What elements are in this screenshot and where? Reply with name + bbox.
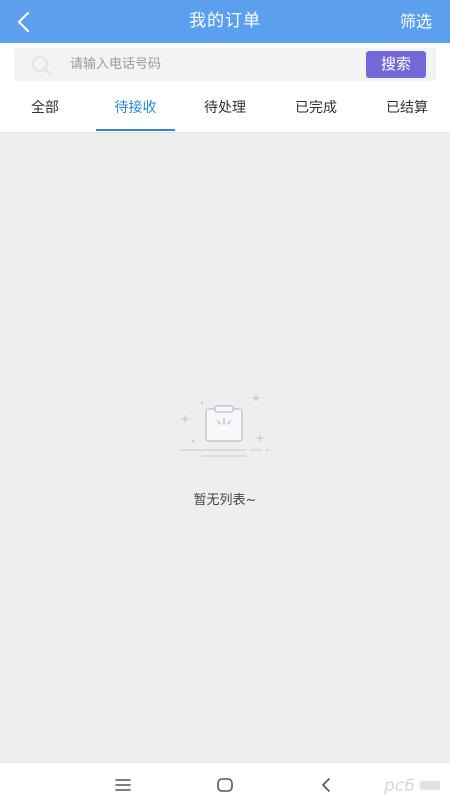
tab-pending-process[interactable]: 待处理 — [190, 86, 260, 132]
svg-text:pc6: pc6 — [383, 776, 415, 796]
active-tab-indicator — [96, 129, 175, 131]
app-header: 我的订单 筛选 — [0, 0, 450, 43]
home-icon[interactable] — [213, 773, 237, 797]
order-list-area[interactable]: 暂无列表~ — [0, 133, 450, 762]
order-status-tabs: 全部 待接收 待处理 已完成 已结算 — [0, 86, 450, 133]
search-button[interactable]: 搜索 — [366, 51, 426, 78]
tab-completed[interactable]: 已完成 — [280, 86, 352, 132]
page-title: 我的订单 — [189, 11, 261, 31]
filter-button[interactable]: 筛选 — [400, 0, 432, 43]
tab-settled[interactable]: 已结算 — [370, 86, 444, 132]
phone-search-input[interactable] — [70, 48, 360, 81]
menu-icon[interactable] — [111, 773, 135, 797]
tab-all[interactable]: 全部 — [12, 86, 78, 132]
empty-box-icon — [180, 394, 268, 457]
empty-list-text: 暂无列表~ — [193, 493, 257, 508]
search-bar: 搜索 — [0, 43, 450, 86]
tab-pending-receive[interactable]: 待接收 — [96, 86, 175, 132]
search-icon — [32, 56, 51, 75]
pc6-watermark-logo: pc6 — [383, 776, 440, 796]
search-box: 搜索 — [14, 48, 436, 81]
back-icon[interactable] — [315, 773, 339, 797]
